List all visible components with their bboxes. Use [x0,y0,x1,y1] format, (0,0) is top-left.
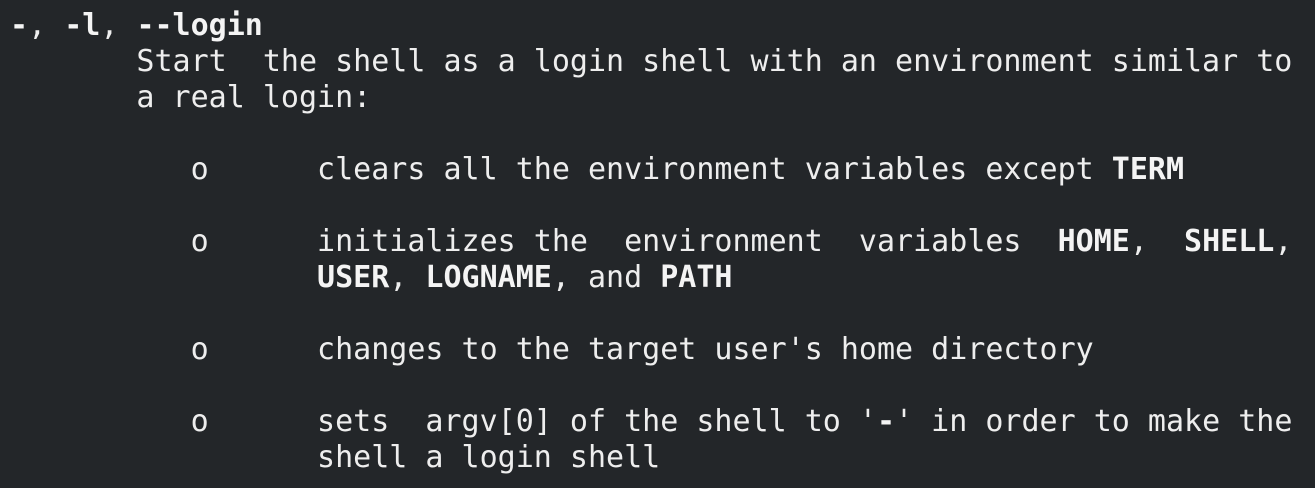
bullet-text: , [389,260,426,295]
option-dash: - [10,8,29,43]
bullet-text: ' in order to make the [895,404,1293,439]
terminal-window: -, -l, --login Start the shell as a logi… [0,0,1315,488]
bullet-bold-term: TERM [1111,152,1185,187]
bullet-marker: o [10,152,318,187]
bullet-text: sets argv[0] of the shell to ' [317,404,877,439]
option-header-line: -, -l, --login [10,8,263,44]
bullet-marker: o [10,332,318,367]
bullet-item-2-continuation: USER, LOGNAME, and PATH [10,260,732,296]
bullet-bold-shell: SHELL [1184,224,1275,259]
bullet-item-3: o changes to the target user's home dire… [10,332,1094,368]
bullet-marker: o [10,404,318,439]
description-line-2: a real login: [10,80,372,115]
bullet-bold-dash: - [876,404,896,439]
option-long: --login [136,8,263,43]
description-line-1: Start the shell as a login shell with an… [10,44,1293,79]
bullet-item-4: o sets argv[0] of the shell to '-' in or… [10,404,1293,440]
bullet-bold-user: USER [317,260,390,295]
bullet-text: initializes the environment variables [317,224,1058,259]
bullet-item-1: o clears all the environment variables e… [10,152,1184,188]
bullet-bold-home: HOME [1057,224,1130,259]
bullet-indent [10,440,317,475]
bullet-item-4-continuation: shell a login shell [10,440,660,476]
option-short: -l [64,8,101,43]
bullet-text: , and [551,260,661,295]
bullet-text: changes to the target user's home direct… [317,332,1094,367]
bullet-text: , [1274,224,1293,259]
bullet-bold-path: PATH [660,260,733,295]
bullet-marker: o [10,224,318,259]
bullet-text: shell a login shell [317,440,661,475]
option-separator: , [100,8,137,43]
option-separator: , [28,8,65,43]
bullet-text: clears all the environment variables exc… [317,152,1112,187]
bullet-text: , [1129,224,1185,259]
bullet-bold-logname: LOGNAME [425,260,552,295]
bullet-item-2: o initializes the environment variables … [10,224,1293,260]
bullet-indent [10,260,317,295]
